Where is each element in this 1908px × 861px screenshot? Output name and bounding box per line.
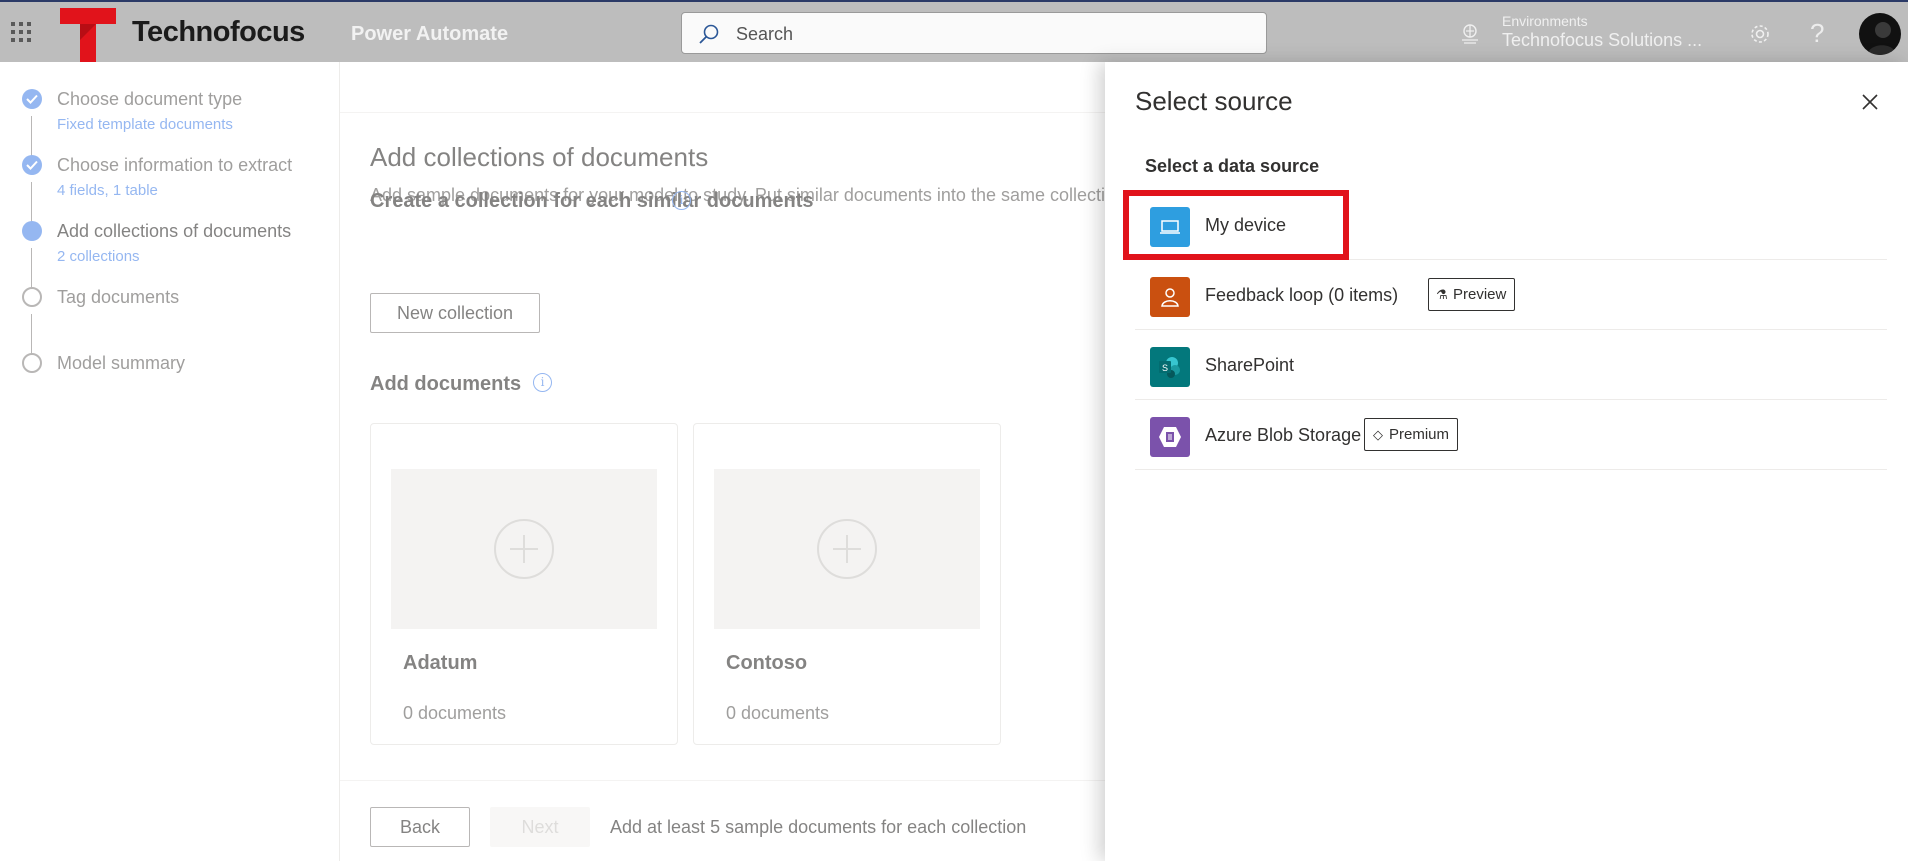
badge-label: Premium [1389, 426, 1450, 443]
diamond-icon: ◇ [1373, 427, 1383, 442]
technofocus-logo-icon [60, 8, 116, 62]
source-feedback-loop[interactable]: Feedback loop (0 items) ⚗ Preview [1135, 260, 1887, 330]
highlight-box [1123, 190, 1349, 260]
blob-storage-icon [1150, 417, 1190, 457]
panel-subtitle: Select a data source [1145, 156, 1320, 176]
sharepoint-icon: S [1150, 347, 1190, 387]
avatar-photo-icon [1867, 22, 1897, 55]
environment-icon [1462, 24, 1478, 44]
panel-title: Select source [1135, 86, 1293, 116]
source-label: Azure Blob Storage [1205, 425, 1362, 445]
source-label: Feedback loop (0 items) [1205, 285, 1399, 305]
top-bar: Technofocus Power Automate Search Enviro… [0, 0, 1908, 62]
app-name[interactable]: Power Automate [351, 23, 508, 46]
source-label: SharePoint [1205, 355, 1295, 375]
source-azure-blob-storage[interactable]: Azure Blob Storage ◇ Premium [1135, 400, 1887, 470]
search-box[interactable]: Search [681, 12, 1267, 54]
app-launcher-icon[interactable] [11, 22, 31, 42]
flask-icon: ⚗ [1436, 287, 1448, 302]
person-icon [1150, 277, 1190, 317]
user-avatar[interactable] [1859, 13, 1901, 55]
environment-label: Environments [1502, 13, 1588, 29]
premium-badge: ◇ Premium [1364, 418, 1459, 451]
preview-badge: ⚗ Preview [1428, 278, 1516, 311]
select-source-panel: Select source Select a data source My de… [1105, 62, 1908, 861]
search-input[interactable]: Search [736, 24, 793, 45]
environment-picker[interactable]: Technofocus Solutions ... [1502, 30, 1702, 51]
svg-text:S: S [1162, 363, 1168, 373]
help-icon[interactable]: ? [1810, 18, 1824, 49]
settings-gear-icon[interactable] [1748, 22, 1772, 46]
close-icon[interactable] [1860, 92, 1880, 112]
search-icon [699, 24, 719, 44]
brand-name: Technofocus [132, 16, 305, 48]
modal-overlay[interactable] [0, 62, 1105, 861]
source-sharepoint[interactable]: S SharePoint [1135, 330, 1887, 400]
badge-label: Preview [1453, 286, 1507, 303]
